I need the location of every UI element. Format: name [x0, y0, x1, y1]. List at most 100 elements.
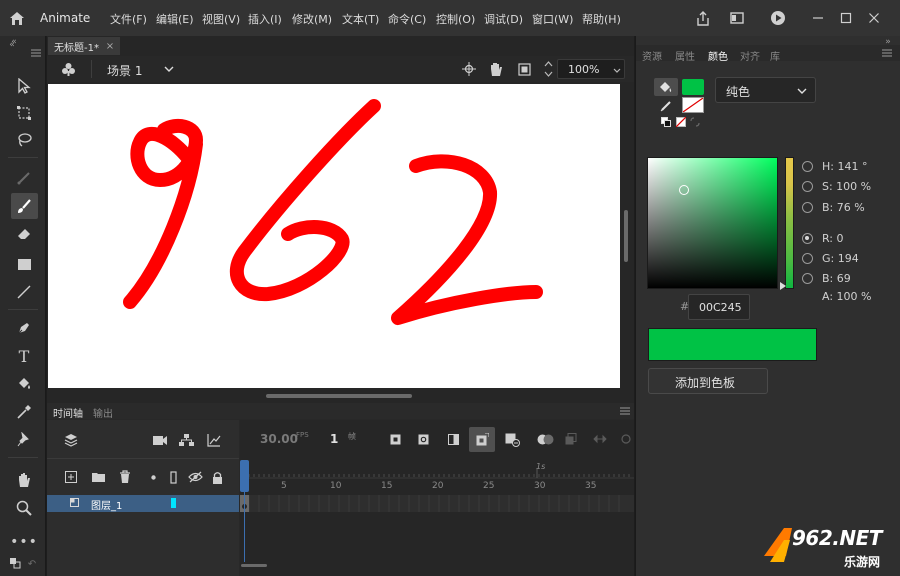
stage-scrollbar-vertical[interactable]: [624, 210, 628, 262]
menu-item[interactable]: 文件(F): [110, 11, 147, 27]
chevron-down-icon[interactable]: [612, 65, 622, 75]
tab-timeline[interactable]: 时间轴: [53, 405, 83, 420]
graph-icon[interactable]: [205, 432, 223, 448]
menu-item[interactable]: 控制(O): [436, 11, 475, 27]
undo-arrow-icon[interactable]: ↶: [26, 558, 38, 570]
zoom-field[interactable]: 100%: [557, 59, 625, 79]
black-white-icon[interactable]: [660, 116, 671, 127]
brush-tool-icon[interactable]: [13, 196, 35, 216]
menu-item[interactable]: 修改(M): [292, 11, 332, 27]
stroke-color-icon[interactable]: [658, 98, 674, 112]
tab-library[interactable]: 库: [770, 48, 780, 63]
maximize-icon[interactable]: [836, 8, 856, 28]
camera-icon[interactable]: [151, 432, 169, 448]
panel-menu-icon[interactable]: [30, 48, 42, 58]
test-movie-icon[interactable]: [768, 8, 788, 28]
green-channel-slider[interactable]: [785, 157, 794, 289]
eyedropper-tool-icon[interactable]: [13, 402, 35, 422]
red-radio[interactable]: [802, 233, 813, 244]
onion-skin-icon[interactable]: [536, 432, 554, 446]
panel-menu-icon[interactable]: [620, 407, 630, 415]
menu-item[interactable]: 窗口(W): [532, 11, 573, 27]
stage-scrollbar-horizontal[interactable]: [266, 394, 412, 398]
saturation-radio[interactable]: [802, 181, 813, 192]
highlight-dot-icon[interactable]: [149, 473, 157, 481]
insert-blank-keyframe-icon[interactable]: [416, 432, 430, 446]
blue-radio[interactable]: [802, 273, 813, 284]
brightness-radio[interactable]: [802, 202, 813, 213]
outline-icon[interactable]: [167, 469, 179, 485]
add-to-swatches-button[interactable]: 添加到色板: [648, 368, 768, 394]
brightness-value[interactable]: B: 76 %: [822, 201, 865, 214]
more-tools-icon[interactable]: •••: [10, 534, 37, 550]
scene-icon[interactable]: [59, 60, 77, 78]
fps-value[interactable]: 30.00: [260, 432, 298, 446]
tab-output[interactable]: 输出: [93, 405, 113, 420]
folder-icon[interactable]: [89, 469, 107, 485]
menu-item[interactable]: 帮助(H): [582, 11, 621, 27]
tab-color[interactable]: 颜色: [708, 48, 728, 63]
tab-align[interactable]: 对齐: [740, 48, 760, 63]
minimize-icon[interactable]: [808, 8, 828, 28]
insert-frame-icon[interactable]: [446, 432, 460, 446]
green-value[interactable]: G: 194: [822, 252, 859, 265]
timeline-scrollbar[interactable]: [241, 564, 267, 567]
trash-icon[interactable]: [117, 469, 133, 485]
frame-ruler[interactable]: 1s 5 10 15 20 25 30 35: [240, 460, 634, 496]
menu-item[interactable]: 插入(I): [248, 11, 282, 27]
hand-tool-icon[interactable]: [13, 470, 35, 490]
close-icon[interactable]: [864, 8, 884, 28]
hue-value[interactable]: H: 141 °: [822, 160, 867, 173]
workspace-icon[interactable]: [728, 9, 746, 27]
menu-item[interactable]: 文本(T): [342, 11, 379, 27]
scroll-right-icon[interactable]: [620, 432, 632, 446]
menu-item[interactable]: 命令(C): [388, 11, 426, 27]
lock-icon[interactable]: [209, 469, 225, 485]
line-tool-icon[interactable]: [13, 282, 35, 302]
red-value[interactable]: R: 0: [822, 232, 844, 245]
add-layer-icon[interactable]: [63, 469, 79, 485]
layer-row[interactable]: 图层_1: [47, 495, 239, 512]
stage[interactable]: 962: [48, 84, 620, 388]
camera-tool-icon[interactable]: [488, 61, 504, 77]
document-tab[interactable]: 无标题-1* ×: [48, 37, 120, 55]
fill-type-dropdown[interactable]: 纯色: [715, 77, 816, 103]
share-icon[interactable]: [694, 9, 712, 27]
close-tab-icon[interactable]: ×: [104, 40, 116, 52]
clip-content-icon[interactable]: [516, 61, 532, 77]
parenting-icon[interactable]: [177, 432, 195, 448]
collapse-panel-icon[interactable]: «: [8, 37, 20, 47]
hex-input[interactable]: 00C245: [688, 294, 750, 320]
playhead[interactable]: [240, 460, 249, 492]
saturation-value[interactable]: S: 100 %: [822, 180, 871, 193]
chevron-down-icon[interactable]: [163, 63, 175, 75]
home-icon[interactable]: [8, 9, 26, 27]
no-color-icon[interactable]: [675, 116, 686, 127]
menu-item[interactable]: 视图(V): [202, 11, 240, 27]
current-frame[interactable]: 1: [330, 432, 338, 446]
center-stage-icon[interactable]: [461, 61, 477, 77]
eraser-tool-icon[interactable]: [13, 224, 35, 244]
selection-tool-icon[interactable]: [13, 76, 35, 96]
green-radio[interactable]: [802, 253, 813, 264]
swap-colors-icon[interactable]: [689, 116, 700, 127]
create-tween-icon[interactable]: [504, 432, 520, 448]
color-picker-field[interactable]: [647, 157, 778, 289]
frame-row[interactable]: [240, 495, 634, 512]
pin-tool-icon[interactable]: [13, 430, 35, 450]
menu-item[interactable]: 编辑(E): [156, 11, 194, 27]
fill-color-swatch[interactable]: [682, 79, 704, 95]
insert-keyframe-icon[interactable]: [388, 432, 402, 446]
layer-color-swatch[interactable]: [171, 498, 176, 508]
fill-color-icon[interactable]: [658, 80, 674, 94]
rectangle-tool-icon[interactable]: [13, 254, 35, 274]
hue-radio[interactable]: [802, 161, 813, 172]
panel-menu-icon[interactable]: [882, 49, 892, 57]
tab-assets[interactable]: 资源: [642, 48, 662, 63]
stroke-color-swatch[interactable]: [682, 97, 704, 113]
edit-multiple-frames-icon[interactable]: [564, 432, 578, 446]
color-picker-handle[interactable]: [679, 185, 689, 195]
alpha-value[interactable]: A: 100 %: [822, 290, 871, 303]
loop-icon[interactable]: [592, 432, 608, 446]
slider-arrow-icon[interactable]: [779, 282, 787, 290]
